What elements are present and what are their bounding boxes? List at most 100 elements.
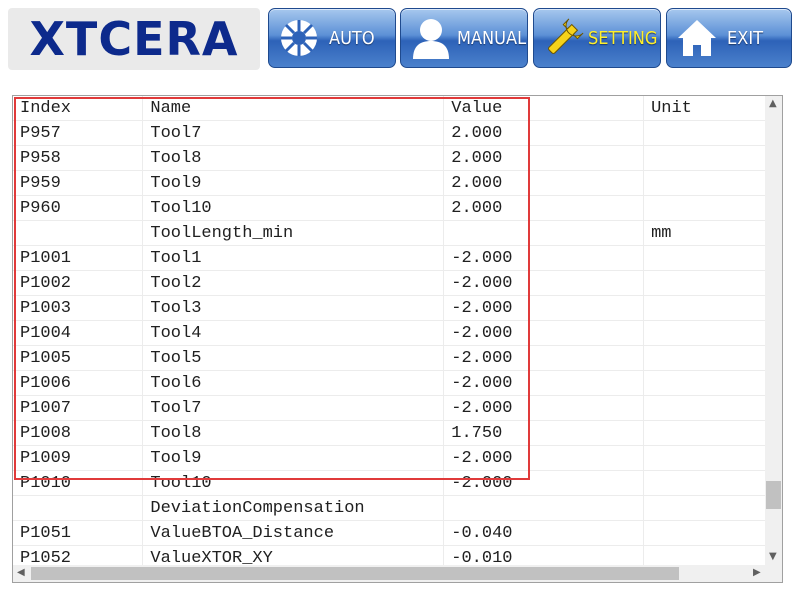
column-header-unit[interactable]: Unit — [643, 96, 767, 121]
unit-cell[interactable]: mm — [643, 220, 767, 246]
value-cell[interactable]: 2.000 — [443, 170, 645, 196]
unit-cell[interactable] — [643, 195, 767, 221]
column-header-index[interactable]: Index — [13, 96, 144, 121]
setting-button[interactable]: SETTING — [533, 8, 661, 68]
unit-cell[interactable] — [643, 170, 767, 196]
table-row[interactable]: P1003 Tool3 -2.000 — [13, 295, 767, 321]
value-cell[interactable]: -0.040 — [443, 520, 645, 546]
table-row[interactable]: P959 Tool9 2.000 — [13, 170, 767, 196]
name-cell[interactable]: Tool1 — [142, 245, 445, 271]
table-row[interactable]: P1009 Tool9 -2.000 — [13, 445, 767, 471]
name-cell[interactable]: Tool8 — [142, 145, 445, 171]
unit-cell[interactable] — [643, 270, 767, 296]
index-cell[interactable]: P960 — [13, 195, 144, 221]
table-row[interactable]: ToolLength_min mm — [13, 220, 767, 246]
name-cell[interactable]: Tool2 — [142, 270, 445, 296]
unit-cell[interactable] — [643, 370, 767, 396]
index-cell[interactable]: P959 — [13, 170, 144, 196]
name-cell[interactable]: Tool5 — [142, 345, 445, 371]
index-cell[interactable]: P1006 — [13, 370, 144, 396]
unit-cell[interactable] — [643, 470, 767, 496]
value-cell[interactable]: 2.000 — [443, 120, 645, 146]
scroll-left-icon[interactable]: ◀ — [17, 567, 25, 578]
index-cell[interactable]: P1001 — [13, 245, 144, 271]
value-cell[interactable]: -2.000 — [443, 345, 645, 371]
table-row[interactable]: P958 Tool8 2.000 — [13, 145, 767, 171]
name-cell[interactable]: Tool10 — [142, 195, 445, 221]
name-cell[interactable]: DeviationCompensation — [142, 495, 445, 521]
index-cell[interactable]: P1003 — [13, 295, 144, 321]
table-row[interactable]: DeviationCompensation — [13, 495, 767, 521]
value-cell[interactable]: 2.000 — [443, 195, 645, 221]
table-row[interactable]: P1004 Tool4 -2.000 — [13, 320, 767, 346]
index-cell[interactable] — [13, 220, 144, 246]
index-cell[interactable]: P1051 — [13, 520, 144, 546]
column-header-value[interactable]: Value — [443, 96, 645, 121]
unit-cell[interactable] — [643, 295, 767, 321]
unit-cell[interactable] — [643, 320, 767, 346]
parameter-grid[interactable]: Index Name Value Unit P957 Tool7 2.000 P958… — [12, 95, 783, 583]
unit-cell[interactable] — [643, 495, 767, 521]
value-cell[interactable]: -2.000 — [443, 245, 645, 271]
name-cell[interactable]: Tool9 — [142, 170, 445, 196]
value-cell[interactable]: -2.000 — [443, 295, 645, 321]
index-cell[interactable]: P1004 — [13, 320, 144, 346]
scroll-down-icon[interactable]: ▼ — [769, 551, 777, 562]
column-header-name[interactable]: Name — [142, 96, 445, 121]
auto-button[interactable]: AUTO — [268, 8, 396, 68]
table-row[interactable]: P1001 Tool1 -2.000 — [13, 245, 767, 271]
unit-cell[interactable] — [643, 420, 767, 446]
table-row[interactable]: P1010 Tool10 -2.000 — [13, 470, 767, 496]
table-row[interactable]: P1008 Tool8 1.750 — [13, 420, 767, 446]
name-cell[interactable]: Tool4 — [142, 320, 445, 346]
unit-cell[interactable] — [643, 345, 767, 371]
index-cell[interactable] — [13, 495, 144, 521]
value-cell[interactable]: -2.000 — [443, 445, 645, 471]
value-cell[interactable]: -2.000 — [443, 470, 645, 496]
value-cell[interactable]: -2.000 — [443, 395, 645, 421]
name-cell[interactable]: ValueBTOA_Distance — [142, 520, 445, 546]
value-cell[interactable]: -2.000 — [443, 320, 645, 346]
name-cell[interactable]: Tool10 — [142, 470, 445, 496]
value-cell[interactable]: -2.000 — [443, 370, 645, 396]
index-cell[interactable]: P1002 — [13, 270, 144, 296]
index-cell[interactable]: P957 — [13, 120, 144, 146]
scroll-right-icon[interactable]: ▶ — [753, 567, 761, 578]
exit-button[interactable]: EXIT — [666, 8, 792, 68]
vertical-scrollbar[interactable]: ▲ ▼ — [765, 96, 782, 566]
name-cell[interactable]: Tool9 — [142, 445, 445, 471]
name-cell[interactable]: Tool7 — [142, 395, 445, 421]
index-cell[interactable]: P1007 — [13, 395, 144, 421]
table-row[interactable]: P960 Tool10 2.000 — [13, 195, 767, 221]
index-cell[interactable]: P958 — [13, 145, 144, 171]
name-cell[interactable]: Tool8 — [142, 420, 445, 446]
unit-cell[interactable] — [643, 395, 767, 421]
value-cell[interactable] — [443, 495, 645, 521]
table-row[interactable]: P1006 Tool6 -2.000 — [13, 370, 767, 396]
table-row[interactable]: P957 Tool7 2.000 — [13, 120, 767, 146]
index-cell[interactable]: P1005 — [13, 345, 144, 371]
unit-cell[interactable] — [643, 245, 767, 271]
name-cell[interactable]: Tool6 — [142, 370, 445, 396]
table-row[interactable]: P1007 Tool7 -2.000 — [13, 395, 767, 421]
name-cell[interactable]: Tool3 — [142, 295, 445, 321]
table-row[interactable]: P1002 Tool2 -2.000 — [13, 270, 767, 296]
scroll-up-icon[interactable]: ▲ — [769, 98, 777, 109]
value-cell[interactable]: 1.750 — [443, 420, 645, 446]
vertical-scroll-thumb[interactable] — [766, 481, 781, 509]
index-cell[interactable]: P1008 — [13, 420, 144, 446]
unit-cell[interactable] — [643, 120, 767, 146]
table-row[interactable]: P1005 Tool5 -2.000 — [13, 345, 767, 371]
index-cell[interactable]: P1010 — [13, 470, 144, 496]
unit-cell[interactable] — [643, 520, 767, 546]
index-cell[interactable]: P1009 — [13, 445, 144, 471]
name-cell[interactable]: Tool7 — [142, 120, 445, 146]
horizontal-scroll-thumb[interactable] — [31, 567, 679, 580]
value-cell[interactable]: -2.000 — [443, 270, 645, 296]
value-cell[interactable]: 2.000 — [443, 145, 645, 171]
table-row[interactable]: P1051 ValueBTOA_Distance -0.040 — [13, 520, 767, 546]
horizontal-scrollbar[interactable]: ◀ ▶ — [13, 565, 767, 582]
unit-cell[interactable] — [643, 445, 767, 471]
name-cell[interactable]: ToolLength_min — [142, 220, 445, 246]
unit-cell[interactable] — [643, 145, 767, 171]
